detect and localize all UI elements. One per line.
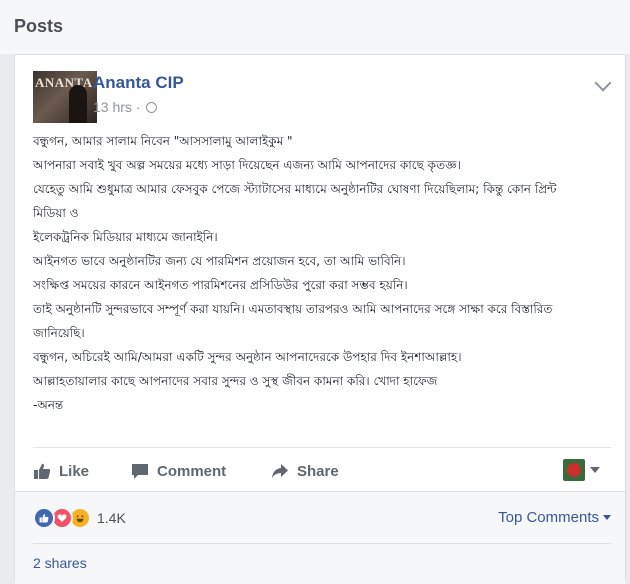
globe-icon[interactable] — [146, 102, 158, 113]
post-text-line: যেহেতু আমি শুধুমাত্র আমার ফেসবুক পেজে স্… — [33, 182, 557, 196]
caret-down-icon — [603, 515, 611, 520]
post-text-line: বন্ধুগন, অচিরেই আমি/আমরা একটি সুন্দর অনু… — [33, 350, 462, 364]
post-text-line: তাই অনুষ্ঠানটি সুন্দরভাবে সম্পূর্ণ করা য… — [33, 302, 553, 316]
chevron-down-icon[interactable] — [594, 74, 612, 92]
post-footer — [15, 491, 625, 584]
post-text-line: -অনন্ত — [33, 398, 64, 412]
share-label: Share — [297, 462, 339, 480]
actions-divider — [33, 447, 611, 448]
like-reaction-icon — [33, 507, 55, 529]
shares-link[interactable]: 2 shares — [33, 555, 87, 571]
post-card: ANANTA Ananta CIP 13 hrs · বন্ধুগন, আমার… — [14, 54, 626, 584]
like-button[interactable]: Like — [33, 459, 89, 483]
comment-sort-label: Top Comments — [498, 509, 599, 526]
post-text-line: আইনগত ভাবে অনুষ্ঠানটির জন্য যে পারমিশন প… — [33, 254, 406, 268]
post-meta: 13 hrs · — [93, 99, 158, 115]
share-arrow-icon — [272, 464, 288, 478]
post-text-line: ইলেকট্রনিক মিডিয়ার মাধ্যমে জানাইনি। — [33, 230, 218, 244]
reactions-summary[interactable]: 1.4K — [33, 507, 126, 529]
post-text-line: জানিয়েছি। — [33, 326, 85, 340]
post-timestamp[interactable]: 13 hrs · — [93, 99, 140, 115]
comment-label: Comment — [157, 462, 227, 480]
footer-divider — [33, 543, 611, 544]
post-text-line: আপনারা সবাই খুব অল্প সময়ের মধ্যে সাড়া … — [33, 158, 461, 172]
thumbs-up-icon — [34, 463, 51, 479]
comment-icon — [132, 464, 148, 479]
page-title: Posts — [14, 16, 64, 36]
post-text-line: সংক্ষিপ্ত সময়ের কারনে আইনগত পারমিশনের প… — [33, 278, 408, 292]
comment-as-avatar[interactable] — [563, 459, 585, 481]
like-label: Like — [59, 462, 90, 480]
reaction-count: 1.4K — [97, 510, 126, 526]
avatar-person-figure — [69, 85, 87, 123]
avatar[interactable]: ANANTA — [33, 71, 97, 123]
share-button[interactable]: Share — [271, 459, 339, 483]
author-name-link[interactable]: Ananta CIP — [93, 73, 184, 93]
posts-header: Posts — [0, 0, 630, 54]
comment-button[interactable]: Comment — [131, 459, 226, 483]
post-text-line: বন্ধুগন, আমার সালাম নিবেন "আসসালামু আলাই… — [33, 134, 293, 148]
comment-sort-dropdown[interactable]: Top Comments — [498, 509, 611, 526]
post-text-line: আল্লাহতায়ালার কাছে আপনাদের সবার সুন্দর … — [33, 374, 438, 388]
post-text-line: মিডিয়া ও — [33, 206, 79, 220]
caret-down-icon[interactable] — [590, 467, 600, 473]
